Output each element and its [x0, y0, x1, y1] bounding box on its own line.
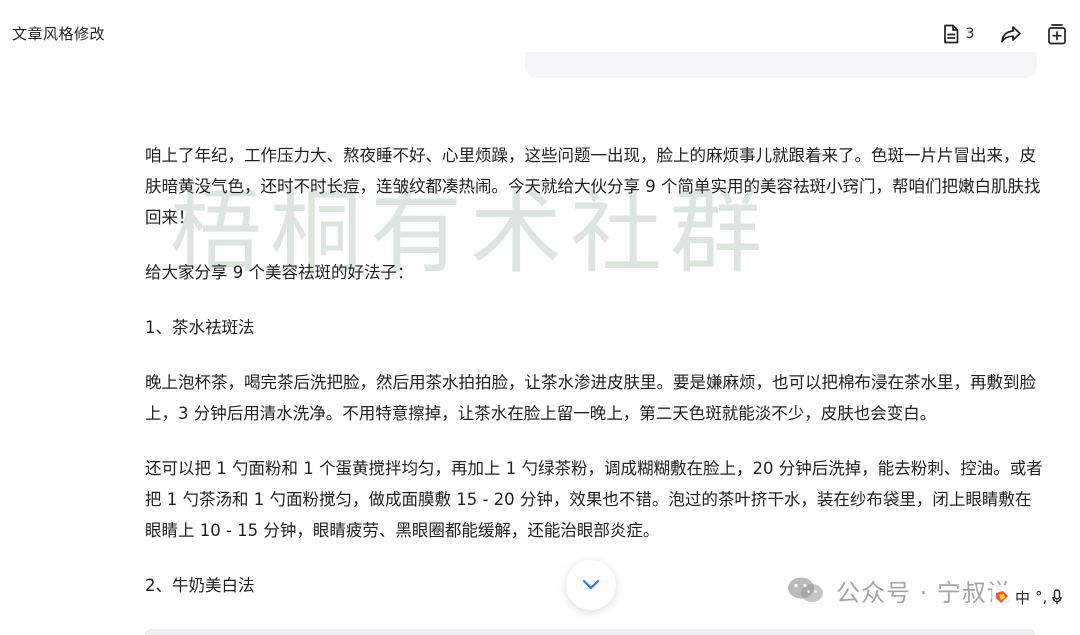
microphone-icon: [1052, 589, 1062, 604]
input-method-indicator[interactable]: 中 °,: [992, 585, 1065, 609]
ime-punctuation: °,: [1035, 588, 1048, 606]
add-to-notebook-icon: [1048, 24, 1066, 45]
tea-paragraph-1: 晚上泡杯茶，喝完茶后洗把脸，然后用茶水拍拍脸，让茶水渗进皮肤里。要是嫌麻烦，也可…: [145, 373, 1036, 423]
ime-logo-icon: [996, 591, 1008, 603]
previous-message-bubble: [525, 52, 1037, 78]
next-block-edge: [145, 629, 1035, 635]
toolbar: 3: [936, 20, 1072, 48]
add-to-notebook-button[interactable]: [1042, 20, 1072, 48]
conversation-title: 文章风格修改: [12, 25, 106, 43]
scroll-to-bottom-button[interactable]: [566, 560, 616, 610]
intro-paragraph: 咱上了年纪，工作压力大、熬夜睡不好、心里烦躁，这些问题一出现，脸上的麻烦事儿就跟…: [145, 146, 1041, 227]
chevron-down-icon: [582, 579, 600, 590]
share-button[interactable]: [996, 20, 1026, 48]
chat-page: 文章风格修改 3 梧桐有术社群 咱上了年纪，工作压力大、熬夜睡不好、心里烦躁，这…: [0, 0, 1080, 635]
document-icon: [943, 24, 958, 44]
tea-paragraph-2: 还可以把 1 勺面粉和 1 个蛋黄搅拌均匀，再加上 1 勺绿茶粉，调成糊糊敷在脸…: [145, 459, 1043, 540]
section-heading-tea: 1、茶水祛斑法: [145, 318, 255, 337]
ime-language: 中: [1015, 588, 1031, 607]
documents-button[interactable]: 3: [936, 20, 980, 48]
share-icon: [1001, 26, 1021, 43]
assistant-response: 咱上了年纪，工作压力大、熬夜睡不好、心里烦躁，这些问题一出现，脸上的麻烦事儿就跟…: [145, 140, 1045, 601]
share-line: 给大家分享 9 个美容祛斑的好法子：: [145, 263, 414, 282]
document-count: 3: [965, 26, 975, 42]
